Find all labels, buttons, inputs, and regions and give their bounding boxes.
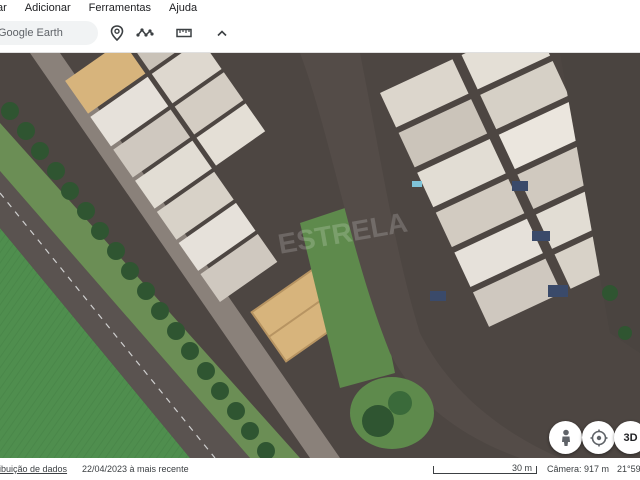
menu-bar: ar Adicionar Ferramentas Ajuda [0, 0, 640, 17]
data-attribution-link[interactable]: ribuição de dados [0, 464, 67, 474]
status-bar: ribuição de dados 22/04/2023 à mais rece… [0, 458, 640, 480]
scale-label: 30 m [512, 463, 533, 473]
compass-icon[interactable] [582, 421, 615, 454]
imagery-date: 22/04/2023 à mais recente [82, 464, 189, 474]
roundabout [350, 377, 434, 449]
coordinates: 21°59 [617, 464, 640, 474]
path-icon[interactable] [135, 23, 155, 43]
ruler-icon[interactable] [174, 23, 194, 43]
map-viewport[interactable]: ESTRELA 3D [0, 53, 640, 458]
pegman-icon[interactable] [549, 421, 582, 454]
menu-item-help[interactable]: Ajuda [160, 0, 206, 17]
view-3d-button[interactable]: 3D [614, 421, 640, 454]
menu-item-view[interactable]: ar [0, 0, 16, 17]
collapse-chevron-icon[interactable] [212, 23, 232, 43]
menu-item-add[interactable]: Adicionar [16, 0, 80, 17]
google-earth-window: ar Adicionar Ferramentas Ajuda Google Ea… [0, 0, 640, 480]
satellite-imagery: ESTRELA [0, 53, 640, 458]
camera-altitude: Câmera: 917 m [547, 464, 610, 474]
search-input[interactable]: Google Earth [0, 21, 98, 45]
toolbar: Google Earth [0, 17, 640, 49]
placemark-icon[interactable] [107, 23, 127, 43]
menu-item-tools[interactable]: Ferramentas [80, 0, 160, 17]
